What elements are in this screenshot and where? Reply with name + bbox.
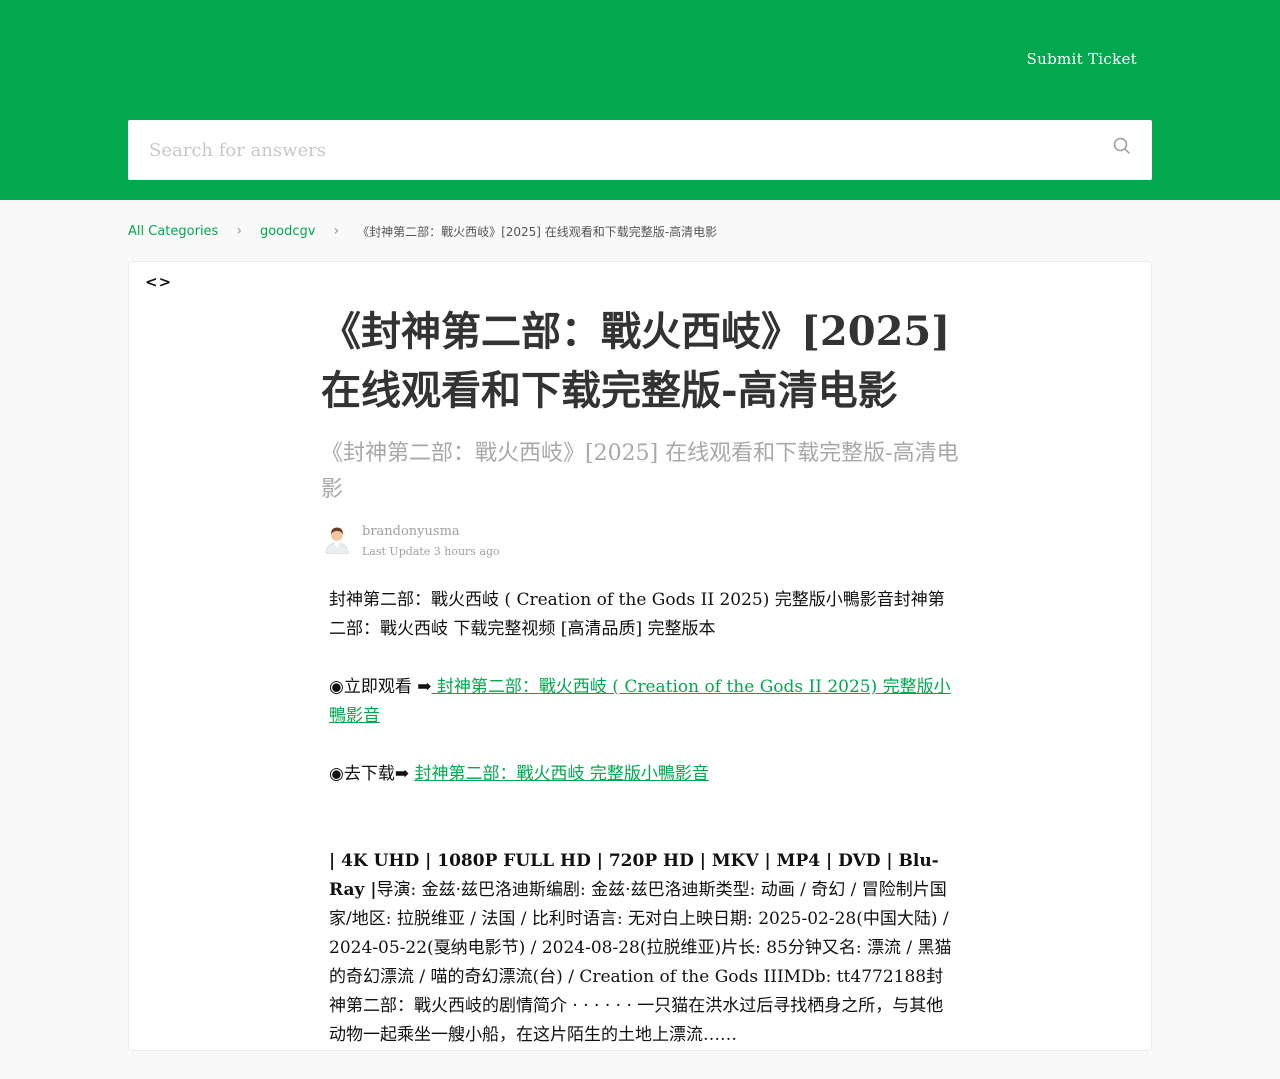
article-body: 封神第二部：戰火西岐 ( Creation of the Gods II 202… (321, 586, 955, 1050)
article-title: 《封神第二部：戰火西岐》[2025] 在线观看和下载完整版-高清电影 (321, 308, 951, 414)
header: Submit Ticket (0, 0, 1280, 200)
submit-ticket-link[interactable]: Submit Ticket (1027, 50, 1137, 68)
search-input[interactable] (128, 120, 1088, 180)
watch-paragraph: ◉立即观看 ➡ 封神第二部：戰火西岐 ( Creation of the God… (329, 673, 955, 731)
chevron-right-icon: › (236, 223, 242, 239)
download-prefix: ◉去下载➡ (329, 764, 415, 784)
intro-paragraph: 封神第二部：戰火西岐 ( Creation of the Gods II 202… (329, 590, 945, 639)
article-card: <> 《封神第二部：戰火西岐》[2025] 在线观看和下载完整版-高清电影 《封… (128, 261, 1152, 1051)
breadcrumb-current: 《封神第二部：戰火西岐》[2025] 在线观看和下载完整版-高清电影 (357, 224, 718, 239)
details-text: 导演: 金兹·兹巴洛迪斯编剧: 金兹·兹巴洛迪斯类型: 动画 / 奇幻 / 冒险… (329, 880, 952, 1045)
last-update: Last Update 3 hours ago (362, 545, 500, 558)
avatar-icon (323, 524, 351, 555)
watch-prefix: ◉立即观看 ➡ (329, 677, 432, 697)
code-brackets-icon[interactable]: <> (145, 273, 172, 291)
author-name[interactable]: brandonyusma (362, 524, 460, 539)
download-paragraph: ◉去下载➡ 封神第二部：戰火西岐 完整版小鴨影音 (329, 760, 955, 789)
breadcrumb: All Categories › goodcgv › 《封神第二部：戰火西岐》[… (128, 221, 717, 241)
article: 《封神第二部：戰火西岐》[2025] 在线观看和下载完整版-高清电影 《封神第二… (321, 302, 961, 1079)
search-box (128, 120, 1152, 180)
author-info: brandonyusma Last Update 3 hours ago (321, 524, 961, 564)
chevron-right-icon: › (333, 223, 340, 239)
search-icon[interactable] (1112, 136, 1132, 156)
download-link[interactable]: 封神第二部：戰火西岐 完整版小鴨影音 (414, 764, 708, 784)
breadcrumb-all-categories[interactable]: All Categories (128, 224, 218, 239)
details-paragraph: | 4K UHD | 1080P FULL HD | 720P HD | MKV… (329, 847, 955, 1050)
breadcrumb-goodcgv[interactable]: goodcgv (260, 224, 316, 239)
article-subtitle: 《封神第二部：戰火西岐》[2025] 在线观看和下载完整版-高清电影 (321, 441, 959, 502)
